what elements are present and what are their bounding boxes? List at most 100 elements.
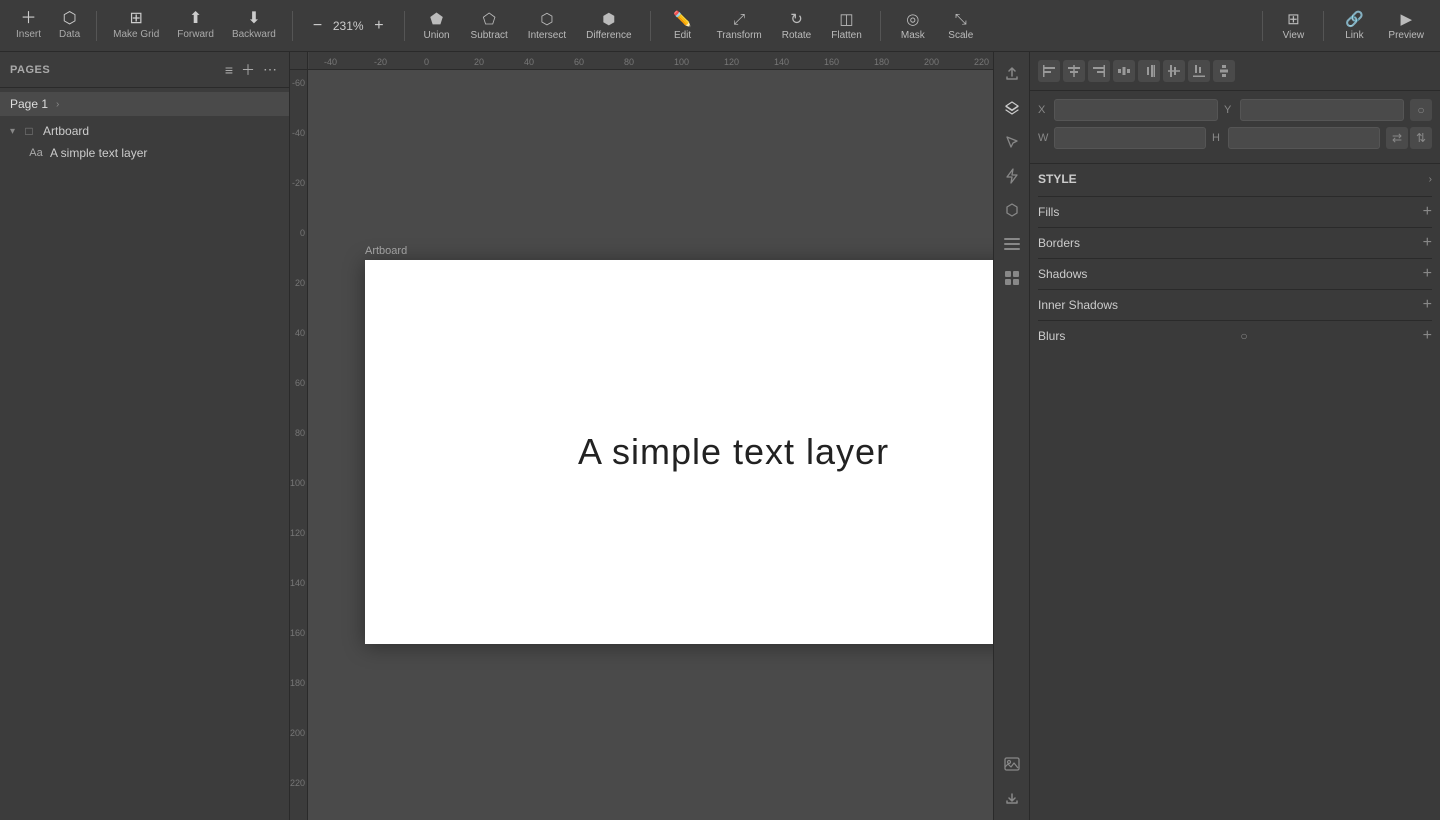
forward-button[interactable]: ⬆ Forward — [169, 7, 222, 44]
preview-button[interactable]: ▶ Preview — [1380, 6, 1432, 45]
position-section: X Y ○ W — [1030, 91, 1440, 164]
canvas-content[interactable]: Artboard A simple text layer — [308, 70, 993, 820]
union-label: Union — [423, 30, 449, 41]
scale-label: Scale — [948, 30, 973, 41]
insert-button[interactable]: ＋ Insert — [8, 7, 49, 44]
data-label: Data — [59, 29, 80, 40]
align-right-button[interactable] — [1088, 60, 1110, 82]
canvas-area[interactable]: -40 -20 0 20 40 60 80 100 120 140 160 18… — [290, 52, 993, 820]
link-button[interactable]: 🔗 Link — [1332, 6, 1376, 45]
right-icon-sidebar — [993, 52, 1029, 820]
arrange-group: ⊞ Make Grid ⬆ Forward ⬇ Backward — [105, 7, 284, 44]
align-middle-v-button[interactable] — [1163, 60, 1185, 82]
zoom-out-button[interactable]: − — [309, 15, 326, 37]
mask-icon: ◎ — [906, 10, 919, 28]
align-top-button[interactable] — [1138, 60, 1160, 82]
align-left-button[interactable] — [1038, 60, 1060, 82]
link-icon: 🔗 — [1345, 10, 1364, 28]
ruler-corner — [290, 52, 308, 70]
ruler-top: -40 -20 0 20 40 60 80 100 120 140 160 18… — [308, 52, 993, 70]
edit-label: Edit — [674, 30, 691, 41]
right-toolbar: ⊞ View 🔗 Link ▶ Preview — [1258, 6, 1432, 45]
chevron-down-icon: › — [56, 99, 59, 110]
distribute-h-button[interactable] — [1113, 60, 1135, 82]
w-input[interactable] — [1054, 127, 1206, 149]
y-input[interactable] — [1240, 99, 1404, 121]
style-chevron-icon[interactable]: › — [1429, 174, 1432, 185]
difference-icon: ⬢ — [602, 10, 615, 28]
flatten-button[interactable]: ◫ Flatten — [821, 6, 872, 45]
union-button[interactable]: ⬟ Union — [413, 6, 461, 45]
intersect-button[interactable]: ⬡ Intersect — [518, 6, 576, 45]
blurs-toggle[interactable]: ○ — [1240, 329, 1247, 343]
import-button[interactable] — [998, 784, 1026, 812]
flip-v-button[interactable]: ⇅ — [1410, 127, 1432, 149]
mask-label: Mask — [901, 30, 925, 41]
view-toggle-button[interactable]: ⊞ View — [1271, 6, 1315, 45]
artboard-label: Artboard — [365, 245, 407, 257]
rotate-button[interactable]: ↻ Rotate — [772, 6, 821, 45]
transform-label: Transform — [717, 30, 762, 41]
components-button[interactable] — [998, 196, 1026, 224]
flip-h-button[interactable]: ⇄ — [1386, 127, 1408, 149]
zoom-in-button[interactable]: + — [370, 15, 387, 37]
assets-button[interactable] — [998, 264, 1026, 292]
edit-button[interactable]: ✏️ Edit — [659, 6, 707, 45]
blurs-add-button[interactable]: + — [1423, 327, 1432, 345]
difference-label: Difference — [586, 30, 631, 41]
fills-label: Fills — [1038, 205, 1059, 219]
page-item[interactable]: Page 1 › — [0, 92, 289, 116]
prototype-icon — [1005, 168, 1019, 184]
export-button[interactable] — [998, 60, 1026, 88]
ruler-left: -60 -40 -20 0 20 40 60 80 100 120 140 16… — [290, 70, 308, 820]
backward-button[interactable]: ⬇ Backward — [224, 7, 284, 44]
layer-item-artboard[interactable]: ▾ □ Artboard — [0, 120, 289, 142]
inner-shadows-add-button[interactable]: + — [1423, 296, 1432, 314]
rotate-icon: ↻ — [790, 10, 803, 28]
image-panel-button[interactable] — [998, 750, 1026, 778]
transform-button[interactable]: ⤢ Transform — [707, 7, 772, 45]
style-header: STYLE › — [1038, 172, 1432, 186]
artboard-text-content: A simple text layer — [578, 431, 889, 473]
align-bottom-button[interactable] — [1188, 60, 1210, 82]
fills-add-button[interactable]: + — [1423, 203, 1432, 221]
align-center-h-button[interactable] — [1063, 60, 1085, 82]
shadows-row: Shadows + — [1038, 258, 1432, 289]
h-field: H — [1212, 127, 1380, 149]
subtract-button[interactable]: ⬠ Subtract — [461, 6, 518, 45]
pages-options-button[interactable]: ⋯ — [261, 58, 279, 82]
insert-group: ＋ Insert ⬡ Data — [8, 7, 88, 44]
x-input[interactable] — [1054, 99, 1218, 121]
layer-item-text[interactable]: Aa A simple text layer — [0, 142, 289, 164]
edit-icon: ✏️ — [673, 10, 692, 28]
scale-button[interactable]: ⤡ Scale — [937, 7, 985, 45]
data-button[interactable]: ⬡ Data — [51, 7, 88, 44]
divider-6 — [1262, 11, 1263, 41]
artboard-frame[interactable]: A simple text layer — [365, 260, 993, 644]
borders-add-button[interactable]: + — [1423, 234, 1432, 252]
insert-label: Insert — [16, 29, 41, 40]
pages-list-button[interactable]: ≡ — [223, 58, 235, 82]
cursor-tool-button[interactable] — [998, 128, 1026, 156]
xy-row: X Y ○ — [1038, 99, 1432, 121]
page-name: Page 1 — [10, 97, 48, 111]
pages-add-button[interactable]: ＋ — [239, 58, 257, 82]
main-area: PAGES ≡ ＋ ⋯ Page 1 › ▾ □ Artboard Aa A s… — [0, 52, 1440, 820]
export-icon — [1004, 66, 1020, 82]
lock-ratio-button[interactable]: ○ — [1410, 99, 1432, 121]
shadows-add-button[interactable]: + — [1423, 265, 1432, 283]
flatten-label: Flatten — [831, 30, 862, 41]
x-field: X — [1038, 99, 1218, 121]
right-area: X Y ○ W — [993, 52, 1440, 820]
h-input[interactable] — [1228, 127, 1380, 149]
difference-button[interactable]: ⬢ Difference — [576, 6, 641, 45]
scale-icon: ⤡ — [955, 11, 967, 28]
subtract-label: Subtract — [471, 30, 508, 41]
mask-button[interactable]: ◎ Mask — [889, 6, 937, 45]
prototype-button[interactable] — [998, 162, 1026, 190]
style-section: STYLE › Fills + Borders + Shadows + Inne… — [1030, 164, 1440, 359]
make-grid-button[interactable]: ⊞ Make Grid — [105, 7, 167, 44]
distribute-v-button[interactable] — [1213, 60, 1235, 82]
layer-tool-button[interactable] — [998, 94, 1026, 122]
pages-panel-button[interactable] — [998, 230, 1026, 258]
